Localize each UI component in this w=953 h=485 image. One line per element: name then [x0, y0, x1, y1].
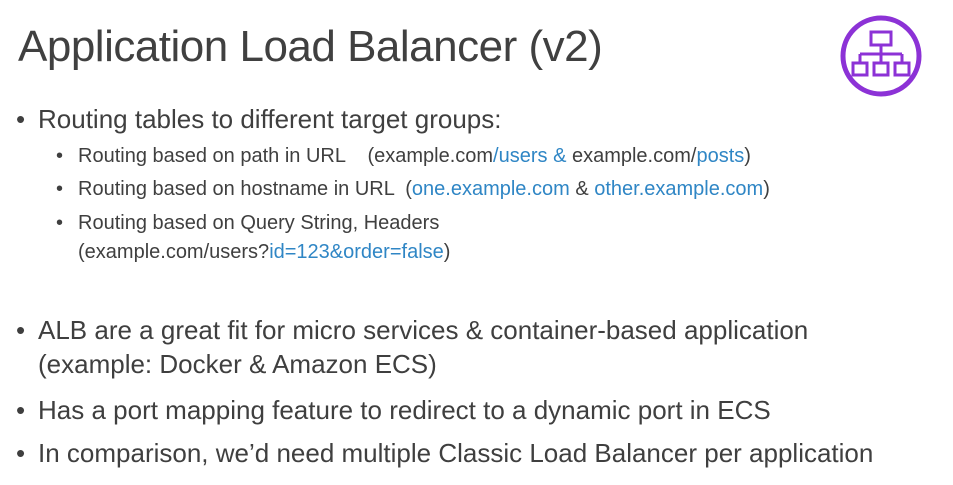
- sub-bullet-query-routing: • Routing based on Query String, Headers: [56, 212, 440, 235]
- text-segment: ): [763, 178, 770, 200]
- bullet-dot: •: [56, 212, 64, 234]
- bullet-text: Has a port mapping feature to redirect t…: [38, 395, 771, 425]
- slide-title: Application Load Balancer (v2): [18, 22, 603, 71]
- sub-bullet-query-routing-line2: (example.com/users?id=123&order=false): [78, 241, 450, 264]
- sub-bullet-hostname-routing: • Routing based on hostname in URL (one.…: [56, 178, 770, 201]
- text-segment: Routing based on hostname in URL (: [78, 178, 412, 200]
- bullet-text: Routing tables to different target group…: [38, 104, 502, 134]
- link-text-other-example: other.example.com: [594, 178, 764, 200]
- bullet-alb-fit-line2: (example: Docker & Amazon ECS): [38, 349, 437, 380]
- text-segment: example.com/: [566, 145, 697, 167]
- text-segment: ): [744, 145, 751, 167]
- bullet-text: ALB are a great fit for micro services &…: [38, 315, 809, 345]
- bullet-text: (example: Docker & Amazon ECS): [38, 349, 437, 379]
- bullet-routing-tables: • Routing tables to different target gro…: [16, 104, 502, 135]
- text-segment: ): [443, 241, 451, 263]
- text-segment: Routing based on path in URL (example.co…: [78, 145, 494, 167]
- text-segment: &: [569, 178, 595, 200]
- bullet-dot: •: [16, 315, 26, 345]
- bullet-port-mapping: • Has a port mapping feature to redirect…: [16, 395, 771, 426]
- link-text-one-example: one.example.com: [411, 178, 570, 200]
- bullet-dot: •: [56, 145, 64, 167]
- link-text-users: /users &: [493, 145, 567, 167]
- link-text-query: id=123&order=false: [269, 241, 444, 263]
- bullet-text: In comparison, we’d need multiple Classi…: [38, 438, 874, 468]
- load-balancer-icon: [840, 15, 922, 97]
- bullet-alb-fit: • ALB are a great fit for micro services…: [16, 315, 809, 346]
- bullet-dot: •: [16, 438, 26, 468]
- text-segment: (example.com/users?: [78, 241, 270, 263]
- bullet-dot: •: [56, 178, 64, 200]
- link-text-posts: posts: [696, 145, 745, 167]
- bullet-comparison: • In comparison, we’d need multiple Clas…: [16, 438, 874, 469]
- bullet-dot: •: [16, 104, 26, 134]
- sub-bullet-path-routing: • Routing based on path in URL (example.…: [56, 145, 751, 168]
- text-segment: Routing based on Query String, Headers: [78, 212, 440, 234]
- bullet-dot: •: [16, 395, 26, 425]
